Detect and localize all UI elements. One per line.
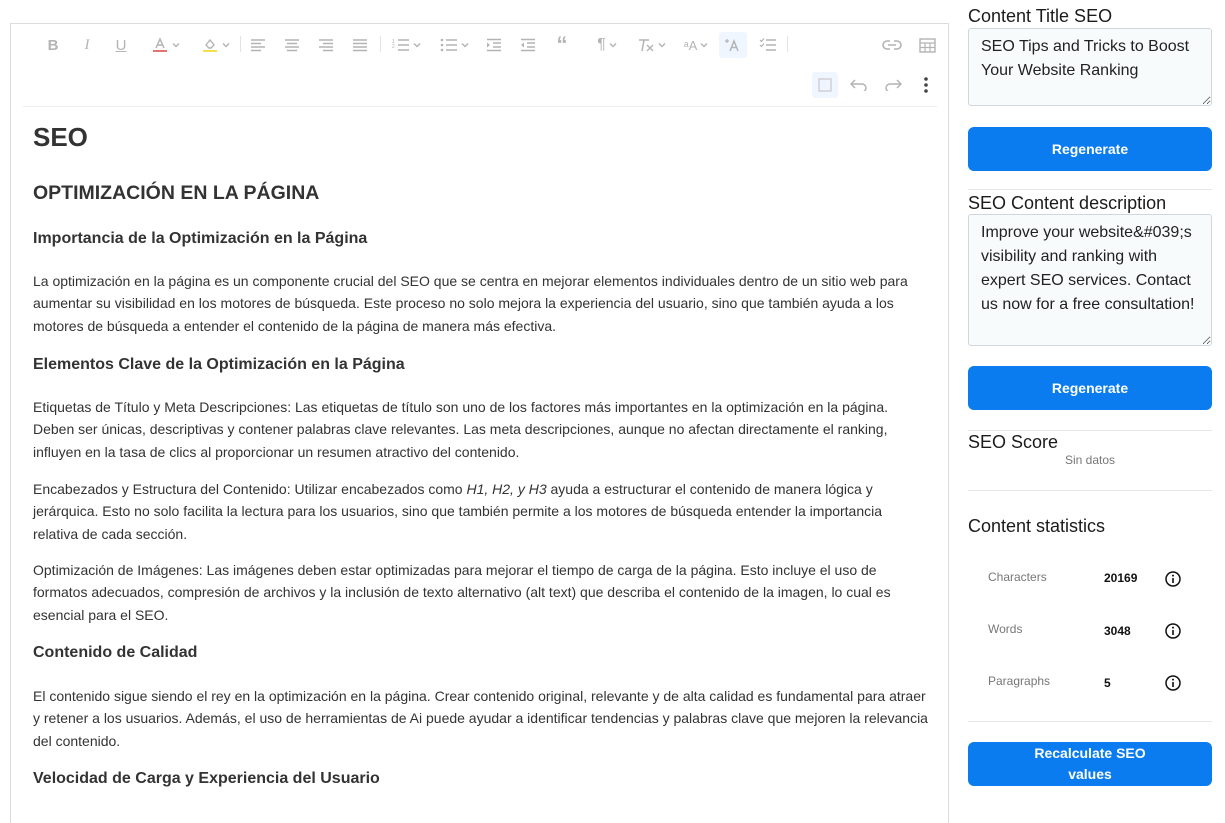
- paragraph: Optimización de Imágenes: Las imágenes d…: [33, 562, 891, 623]
- italic-icon[interactable]: I: [77, 32, 97, 58]
- content-title-label: Content Title SEO: [968, 6, 1113, 26]
- outdent-icon[interactable]: [517, 32, 539, 58]
- indent-icon[interactable]: [483, 32, 505, 58]
- table-icon[interactable]: [916, 32, 938, 58]
- svg-text:2: 2: [392, 44, 395, 50]
- stat-value-words: 3048: [1104, 624, 1131, 638]
- highlight-icon[interactable]: [195, 32, 235, 58]
- editor-toolbar: B I U 12 “ ¶ ᵃA: [23, 24, 937, 107]
- underline-icon[interactable]: U: [111, 32, 131, 58]
- numbered-list-icon[interactable]: 12: [387, 32, 425, 58]
- paragraph: Etiquetas de Título y Meta Descripciones…: [33, 399, 889, 460]
- align-left-icon[interactable]: [247, 32, 269, 58]
- remove-format-icon[interactable]: [633, 32, 669, 58]
- align-justify-icon[interactable]: [349, 32, 371, 58]
- align-center-icon[interactable]: [281, 32, 303, 58]
- stat-label-words: Words: [988, 622, 1023, 636]
- emphasis-text: H1, H2, y H3: [466, 481, 547, 497]
- content-heading-2: OPTIMIZACIÓN EN LA PÁGINA: [33, 182, 320, 204]
- recalculate-seo-button[interactable]: Recalculate SEO values: [968, 742, 1212, 786]
- more-icon[interactable]: [916, 72, 936, 98]
- info-icon[interactable]: [1165, 571, 1181, 587]
- blockquote-icon[interactable]: “: [551, 32, 573, 58]
- regenerate-description-button[interactable]: Regenerate: [968, 366, 1212, 410]
- redo-icon[interactable]: [881, 72, 905, 98]
- divider: [968, 189, 1212, 190]
- checklist-icon[interactable]: [757, 32, 779, 58]
- bold-icon[interactable]: B: [43, 32, 63, 58]
- divider: [968, 721, 1212, 722]
- paragraph-icon[interactable]: ¶: [591, 32, 623, 58]
- link-icon[interactable]: [880, 32, 904, 58]
- ai-text-icon[interactable]: [719, 32, 747, 58]
- stat-value-paragraphs: 5: [1104, 676, 1111, 690]
- section-title: Elementos Clave de la Optimización en la…: [33, 356, 405, 373]
- font-color-icon[interactable]: [145, 32, 185, 58]
- paragraph-text: Encabezados y Estructura del Contenido: …: [33, 481, 467, 497]
- section-title: Importancia de la Optimización en la Pág…: [33, 230, 368, 247]
- rich-text-editor[interactable]: B I U 12 “ ¶ ᵃA SEO OPTIMIZACIÓN EN LA P…: [10, 23, 949, 823]
- seo-score-value: Sin datos: [1064, 453, 1116, 467]
- info-icon[interactable]: [1165, 675, 1181, 691]
- content-title-field[interactable]: [968, 28, 1212, 106]
- align-right-icon[interactable]: [315, 32, 337, 58]
- bulleted-list-icon[interactable]: [435, 32, 473, 58]
- seo-score-label: SEO Score: [968, 432, 1059, 452]
- text-case-icon[interactable]: ᵃA: [678, 32, 714, 58]
- stat-label-characters: Characters: [988, 570, 1047, 584]
- section-title: Velocidad de Carga y Experiencia del Usu…: [33, 770, 380, 787]
- content-description-label: SEO Content description: [968, 193, 1167, 213]
- regenerate-title-button[interactable]: Regenerate: [968, 127, 1212, 171]
- content-description-field[interactable]: [968, 214, 1212, 346]
- paragraph: La optimización en la página es un compo…: [33, 273, 908, 334]
- stat-label-paragraphs: Paragraphs: [988, 674, 1051, 688]
- paragraph: El contenido sigue siendo el rey en la o…: [33, 688, 928, 749]
- paragraph: Encabezados y Estructura del Contenido: …: [33, 478, 931, 545]
- info-icon[interactable]: [1165, 623, 1181, 639]
- stat-value-characters: 20169: [1104, 571, 1138, 585]
- divider: [968, 490, 1212, 491]
- undo-icon[interactable]: [847, 72, 871, 98]
- content-statistics-title: Content statistics: [968, 516, 1106, 536]
- section-title: Contenido de Calidad: [33, 644, 198, 661]
- select-all-icon[interactable]: [812, 72, 838, 98]
- content-heading-1: SEO: [33, 122, 88, 152]
